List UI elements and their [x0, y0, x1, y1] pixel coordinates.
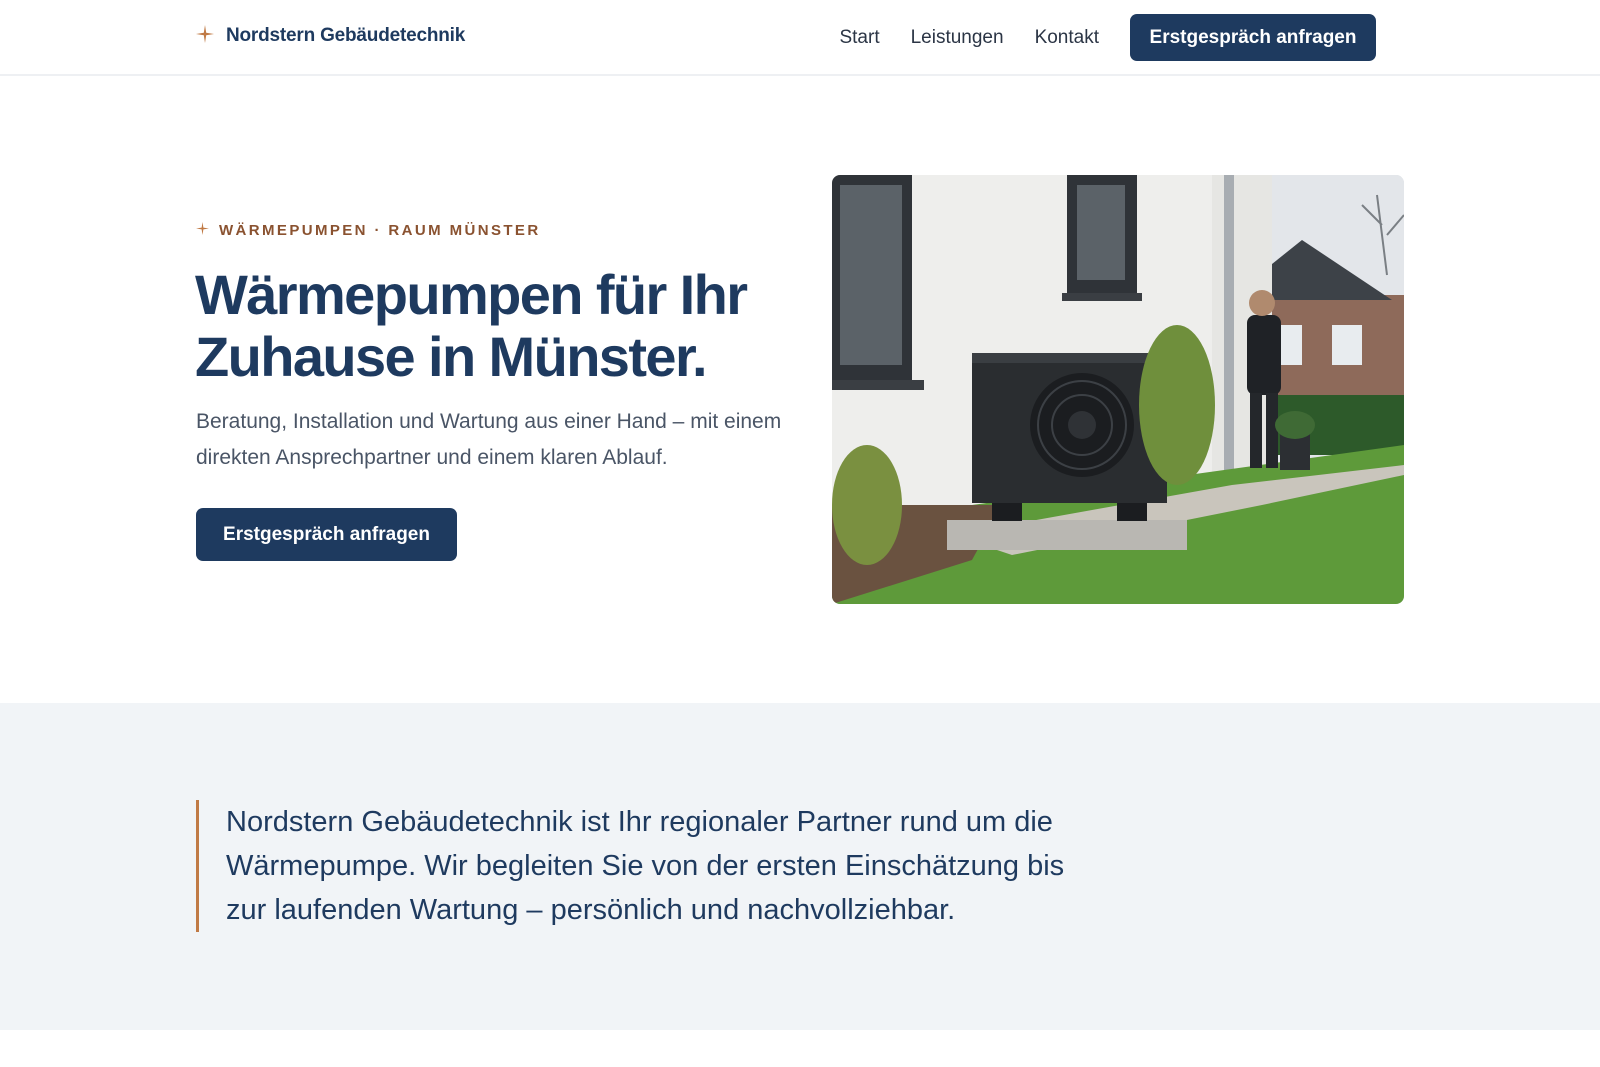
header-cta-button[interactable]: Erstgespräch anfragen [1130, 14, 1376, 61]
star-sparkle-icon [196, 24, 214, 48]
hero-subtitle: Beratung, Installation und Wartung aus e… [196, 410, 782, 469]
nav-link-leistungen[interactable]: Leistungen [911, 15, 1004, 61]
hero-eyebrow-text: WÄRMEPUMPEN · RAUM MÜNSTER [219, 222, 541, 239]
star-sparkle-icon [196, 222, 209, 239]
brand-name: Nordstern Gebäudetechnik [226, 25, 466, 46]
brand-logo[interactable]: Nordstern Gebäudetechnik [196, 24, 465, 48]
site-header: Nordstern Gebäudetechnik Start Leistunge… [0, 0, 1600, 76]
main-nav: Start Leistungen Kontakt Erstgespräch an… [839, 14, 1376, 61]
hero-cta-button[interactable]: Erstgespräch anfragen [196, 508, 457, 561]
hero-eyebrow: WÄRMEPUMPEN · RAUM MÜNSTER [196, 222, 541, 239]
hero-image-heat-pump [832, 175, 1404, 604]
intro-quote: Nordstern Gebäudetechnik ist Ihr regiona… [196, 800, 1086, 932]
nav-link-kontakt[interactable]: Kontakt [1035, 15, 1099, 61]
intro-text: Nordstern Gebäudetechnik ist Ihr regiona… [226, 806, 1065, 926]
nav-link-start[interactable]: Start [839, 15, 879, 61]
hero-title: Wärmepumpen für Ihr Zuhause in Münster. [195, 263, 748, 388]
